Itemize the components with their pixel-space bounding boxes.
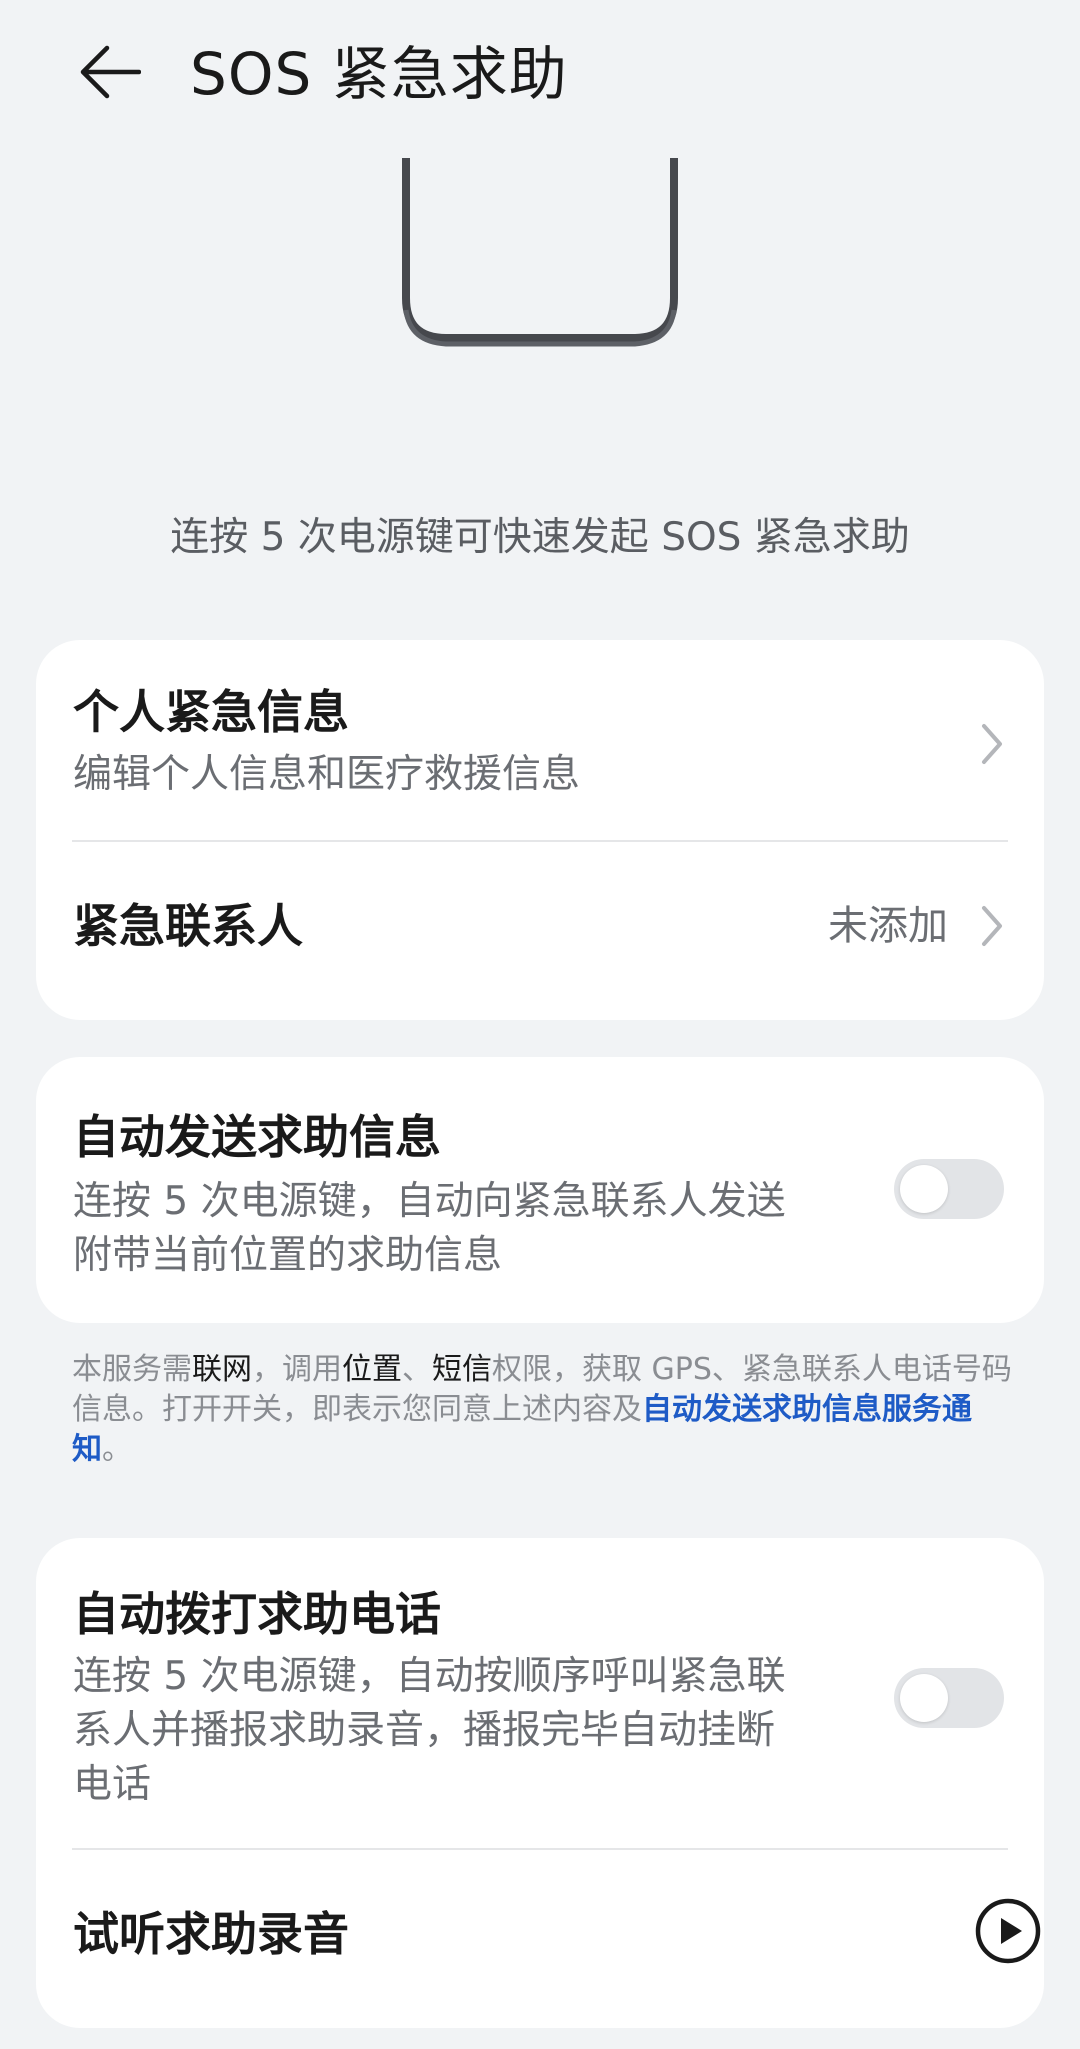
phone-illustration [402, 158, 678, 347]
auto-call-subtitle-line1: 连按 5 次电源键，自动按顺序呼叫紧急联 [73, 1654, 786, 1699]
auto-call-card: 自动拨打求助电话 连按 5 次电源键，自动按顺序呼叫紧急联 系人并播报求助录音，… [36, 1538, 1044, 2028]
auto-message-card: 自动发送求助信息 连按 5 次电源键，自动向紧急联系人发送 附带当前位置的求助信… [36, 1057, 1044, 1323]
toggle-knob [900, 1674, 948, 1722]
chevron-right-icon [982, 906, 1002, 946]
notice-location: 位置 [342, 1352, 402, 1387]
auto-call-subtitle-line2: 系人并播报求助录音，播报完毕自动挂断 [73, 1708, 776, 1753]
sos-tip-text: 连按 5 次电源键可快速发起 SOS 紧急求助 [170, 515, 910, 560]
notice-text: 。 [102, 1432, 132, 1467]
notice-network: 联网 [192, 1352, 252, 1387]
toggle-knob [900, 1165, 948, 1213]
auto-call-toggle[interactable] [894, 1668, 1004, 1728]
contacts-card: 个人紧急信息 编辑个人信息和医疗救援信息 紧急联系人 未添加 [36, 640, 1044, 1020]
app-header: SOS 紧急求助 [0, 0, 1080, 150]
auto-call-subtitle-line3: 电话 [73, 1762, 152, 1807]
emergency-contacts-value: 未添加 [828, 903, 948, 949]
sos-settings-page: SOS 紧急求助 连按 5 次电源键可快速发起 SOS 紧急求助 个人紧急信息 … [0, 0, 1080, 2049]
auto-message-title: 自动发送求助信息 [73, 1110, 441, 1164]
emergency-contacts-row[interactable]: 紧急联系人 未添加 [36, 842, 1044, 1020]
back-button[interactable] [62, 30, 156, 114]
notice-text: ，调用 [252, 1352, 342, 1387]
personal-info-row[interactable]: 个人紧急信息 编辑个人信息和医疗救援信息 [36, 640, 1044, 840]
notice-text: 本服务需 [72, 1352, 192, 1387]
emergency-contacts-title: 紧急联系人 [73, 899, 303, 953]
service-notice: 本服务需联网，调用位置、短信权限，获取 GPS、紧急联系人电话号码信息。打开开关… [72, 1350, 1012, 1470]
auto-message-toggle[interactable] [894, 1159, 1004, 1219]
personal-info-title: 个人紧急信息 [73, 685, 349, 739]
arrow-left-icon [80, 45, 141, 99]
page-title: SOS 紧急求助 [190, 40, 568, 108]
auto-call-row: 自动拨打求助电话 连按 5 次电源键，自动按顺序呼叫紧急联 系人并播报求助录音，… [36, 1538, 1044, 1848]
auto-message-row: 自动发送求助信息 连按 5 次电源键，自动向紧急联系人发送 附带当前位置的求助信… [36, 1057, 1044, 1323]
chevron-right-icon [982, 724, 1002, 764]
auto-message-subtitle-line2: 附带当前位置的求助信息 [73, 1233, 503, 1278]
play-circle-icon[interactable] [974, 1897, 1042, 1965]
auto-message-subtitle-line1: 连按 5 次电源键，自动向紧急联系人发送 [73, 1179, 786, 1224]
personal-info-subtitle: 编辑个人信息和医疗救援信息 [73, 752, 581, 797]
preview-recording-title: 试听求助录音 [73, 1907, 349, 1961]
preview-recording-row[interactable]: 试听求助录音 [36, 1850, 1044, 2028]
notice-sms: 短信 [432, 1352, 492, 1387]
auto-call-title: 自动拨打求助电话 [73, 1587, 441, 1641]
notice-text: 、 [402, 1352, 432, 1387]
